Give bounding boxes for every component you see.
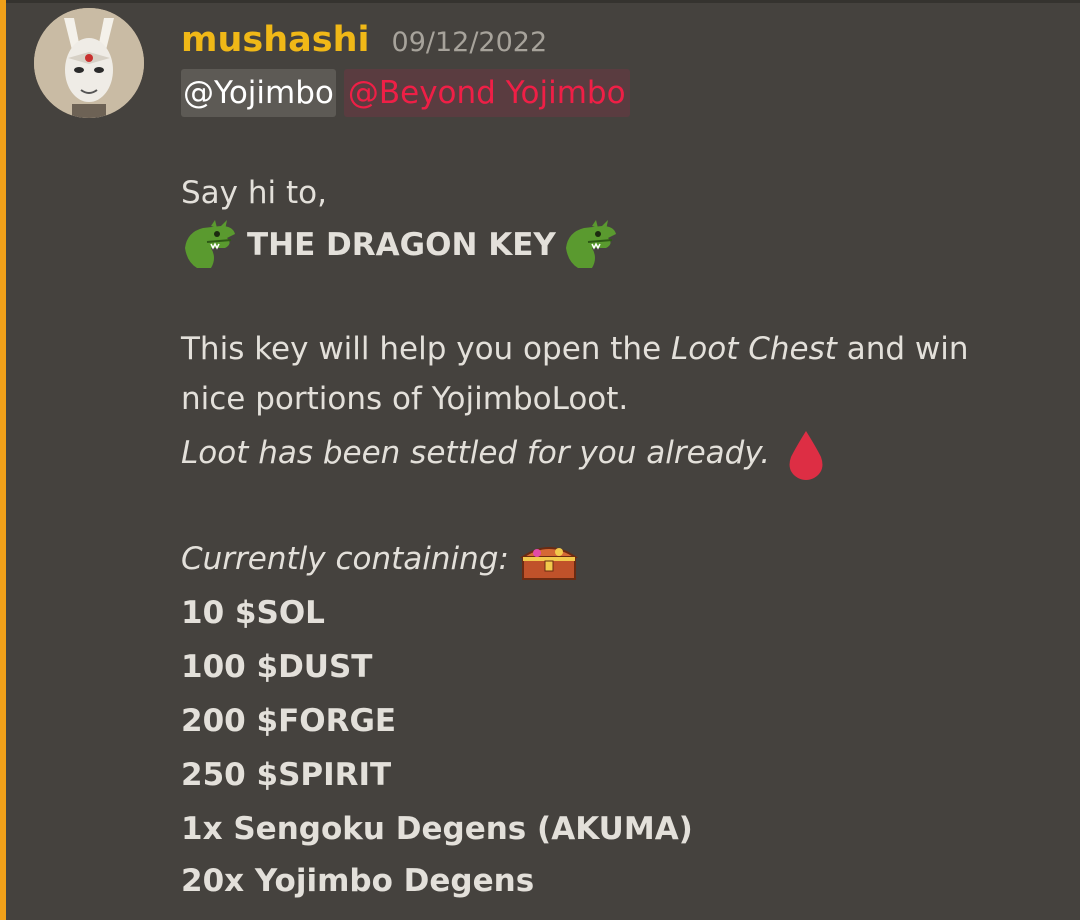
- loot-item: 250 $SPIRIT: [181, 757, 392, 793]
- settled-line: Loot has been settled for you already.: [181, 426, 826, 481]
- greeting-text: Say hi to,: [181, 175, 327, 211]
- containing-line: Currently containing:: [181, 532, 579, 586]
- treasure-chest-icon: [519, 541, 579, 581]
- mentions-row: @Yojimbo @Beyond Yojimbo: [181, 68, 630, 118]
- dragon-face-icon: [562, 218, 620, 272]
- loot-item: 10 $SOL: [181, 595, 325, 631]
- loot-chest-text: Loot Chest: [671, 331, 837, 367]
- description-line-2: nice portions of YojimboLoot.: [181, 381, 629, 417]
- message-timestamp[interactable]: 09/12/2022: [392, 19, 548, 67]
- blood-drop-icon: [786, 429, 826, 481]
- description-line-1: This key will help you open the Loot Che…: [181, 322, 969, 376]
- description-part-1: This key will help you open the: [181, 331, 662, 367]
- message-container: mushashi 09/12/2022 @Yojimbo @Beyond Yoj…: [0, 0, 1080, 920]
- message-header: mushashi 09/12/2022: [181, 16, 547, 64]
- loot-item: 1x Sengoku Degens (AKUMA): [181, 811, 693, 847]
- divider: [0, 0, 1080, 3]
- title-text: THE DRAGON KEY: [247, 227, 556, 263]
- dragon-face-icon: [181, 218, 239, 272]
- loot-item: 20x Yojimbo Degens: [181, 863, 535, 899]
- avatar[interactable]: [34, 8, 144, 118]
- containing-label: Currently containing:: [181, 541, 509, 577]
- loot-item: 200 $FORGE: [181, 703, 397, 739]
- mention-highlight-bar: [0, 0, 6, 920]
- user-mention[interactable]: @Yojimbo: [181, 69, 336, 117]
- loot-item: 100 $DUST: [181, 649, 373, 685]
- author-name[interactable]: mushashi: [181, 16, 370, 64]
- role-mention[interactable]: @Beyond Yojimbo: [343, 69, 630, 117]
- description-part-2: and win: [846, 331, 969, 367]
- settled-text: Loot has been settled for you already.: [181, 435, 771, 471]
- title-line: THE DRAGON KEY: [181, 218, 620, 272]
